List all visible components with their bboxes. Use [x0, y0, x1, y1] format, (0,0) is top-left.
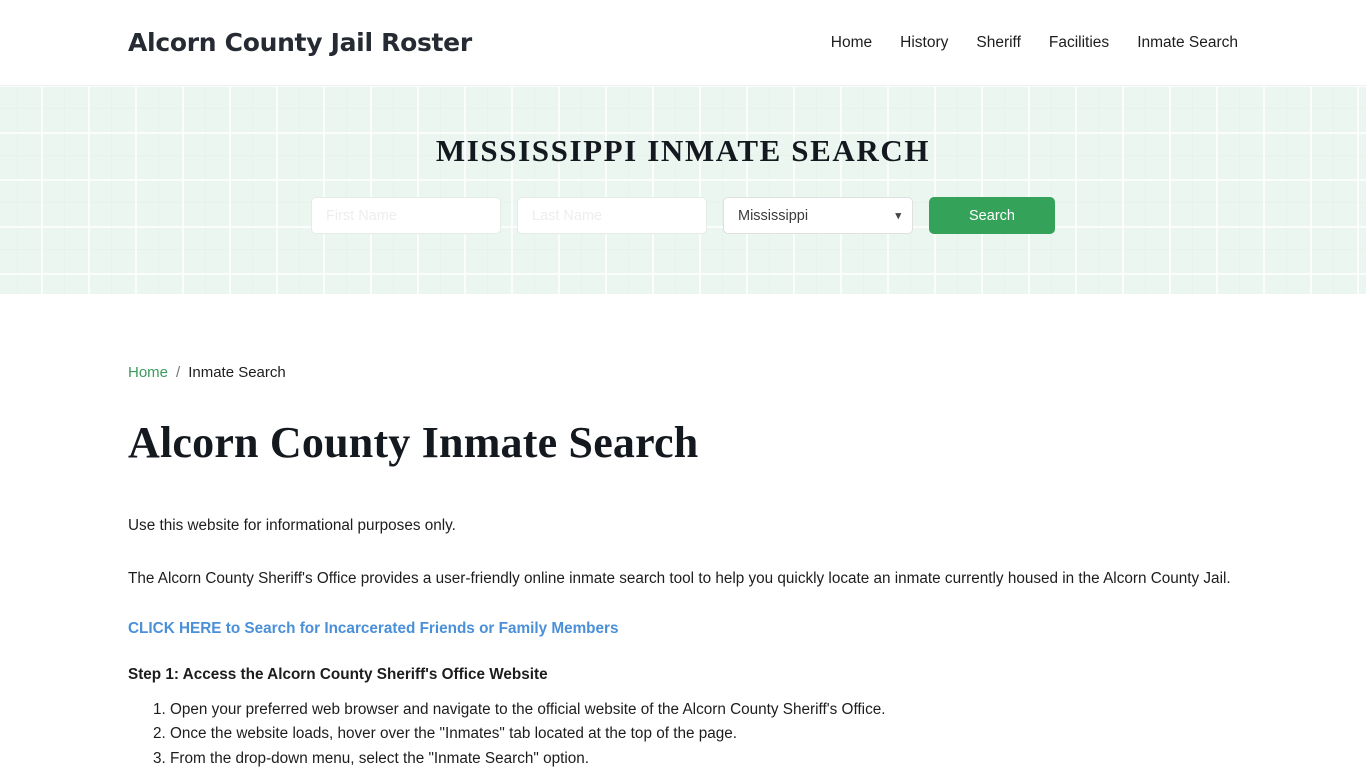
- step-1-heading: Step 1: Access the Alcorn County Sheriff…: [128, 665, 548, 683]
- breadcrumb: Home / Inmate Search: [128, 364, 1238, 381]
- site-header: Alcorn County Jail Roster Home History S…: [0, 0, 1366, 86]
- last-name-input[interactable]: [517, 197, 707, 234]
- nav-item-home[interactable]: Home: [831, 34, 872, 52]
- step-1-instruction-list: Open your preferred web browser and navi…: [128, 698, 1238, 768]
- list-item: Open your preferred web browser and navi…: [170, 698, 1238, 722]
- description-paragraph: The Alcorn County Sheriff's Office provi…: [128, 569, 1231, 587]
- search-button[interactable]: Search: [929, 197, 1055, 234]
- state-select[interactable]: Mississippi: [723, 197, 913, 234]
- nav-item-history[interactable]: History: [900, 34, 948, 52]
- site-brand-logo[interactable]: Alcorn County Jail Roster: [128, 28, 472, 57]
- state-select-wrapper: Mississippi ▾: [723, 197, 913, 234]
- page-title: Alcorn County Inmate Search: [128, 418, 699, 467]
- nav-item-inmate-search[interactable]: Inmate Search: [1137, 34, 1238, 52]
- breadcrumb-current: Inmate Search: [188, 364, 286, 381]
- breadcrumb-separator: /: [176, 364, 181, 381]
- nav-item-sheriff[interactable]: Sheriff: [976, 34, 1021, 52]
- list-item: From the drop-down menu, select the "Inm…: [170, 747, 1238, 768]
- list-item: Once the website loads, hover over the "…: [170, 722, 1238, 746]
- inmate-search-form: Mississippi ▾ Search: [311, 197, 1055, 234]
- intro-paragraph: Use this website for informational purpo…: [128, 517, 456, 534]
- hero-title: MISSISSIPPI INMATE SEARCH: [435, 133, 931, 168]
- cta-search-link[interactable]: CLICK HERE to Search for Incarcerated Fr…: [128, 620, 619, 638]
- nav-item-facilities[interactable]: Facilities: [1049, 34, 1109, 52]
- main-content: Home / Inmate Search Alcorn County Inmat…: [0, 364, 1366, 768]
- breadcrumb-link-home[interactable]: Home: [128, 364, 168, 381]
- main-navigation: Home History Sheriff Facilities Inmate S…: [831, 34, 1238, 52]
- hero-search-section: MISSISSIPPI INMATE SEARCH Mississippi ▾ …: [0, 86, 1366, 294]
- first-name-input[interactable]: [311, 197, 501, 234]
